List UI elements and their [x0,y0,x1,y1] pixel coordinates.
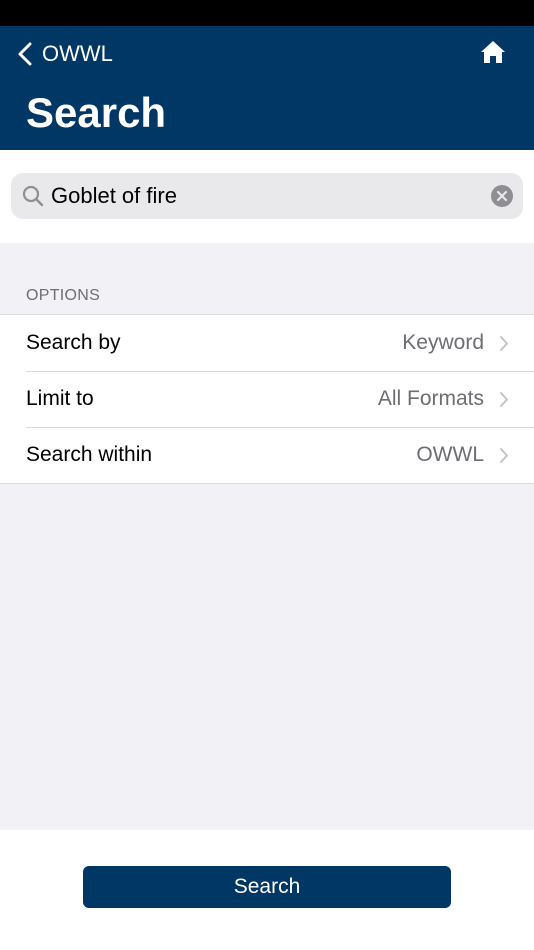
clear-icon[interactable] [491,185,513,207]
option-row-search-within[interactable]: Search within OWWL [0,427,534,483]
back-button[interactable]: OWWL [14,38,113,70]
search-bar[interactable] [11,173,523,219]
search-section [0,150,534,243]
page-title: Search [26,89,167,136]
chevron-right-icon [498,334,510,352]
options-area: OPTIONS Search by Keyword Limit to All F… [0,243,534,830]
home-icon [480,40,506,69]
option-value: All Formats [377,387,484,410]
status-bar [0,0,534,26]
back-button-label: OWWL [42,41,113,66]
footer: Search [0,830,534,950]
option-row-limit-to[interactable]: Limit to All Formats [0,371,534,427]
navigation-header: OWWL Search [0,26,534,150]
option-row-search-by[interactable]: Search by Keyword [0,315,534,371]
search-submit-button[interactable]: Search [83,866,451,908]
option-label: Search by [26,331,121,354]
chevron-right-icon [498,446,510,464]
option-label: Search within [26,443,153,466]
chevron-right-icon [498,390,510,408]
option-label: Limit to [26,387,94,410]
chevron-left-icon [14,40,36,68]
option-value: OWWL [416,443,484,466]
search-icon [21,184,45,208]
option-value: Keyword [402,331,484,354]
options-section-header: OPTIONS [26,287,101,304]
home-button[interactable] [478,40,508,68]
search-input[interactable] [51,176,491,216]
options-list: Search by Keyword Limit to All Formats S… [0,314,534,484]
